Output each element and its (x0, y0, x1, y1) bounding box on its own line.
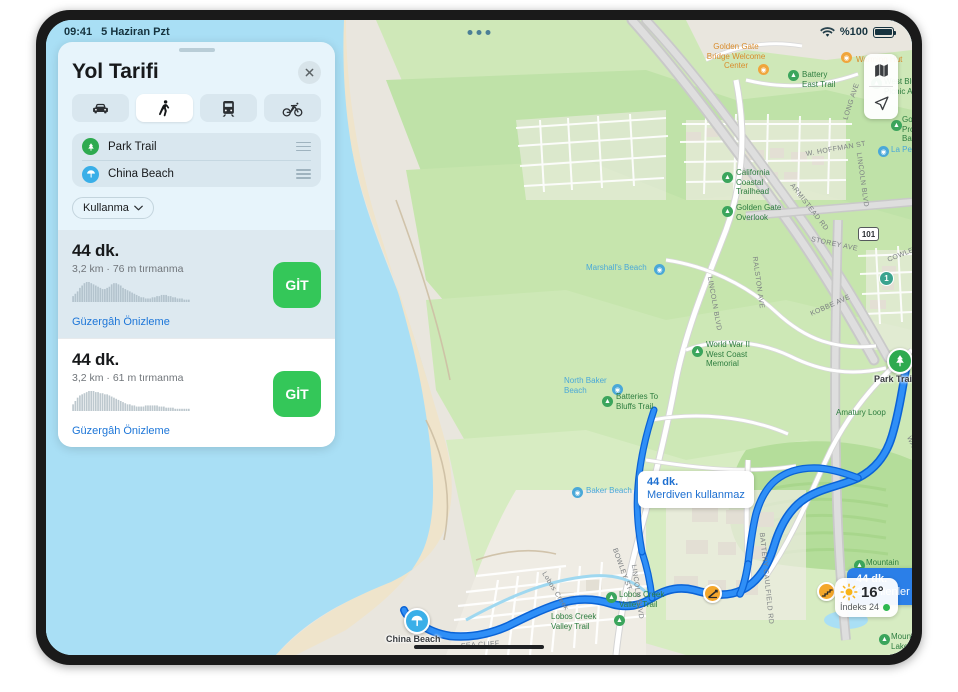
page-title: Yol Tarifi (72, 60, 159, 83)
map-pin-park-trail[interactable] (887, 348, 912, 374)
battery-icon (873, 26, 897, 38)
reorder-handle[interactable] (296, 141, 311, 152)
locate-me-button[interactable] (864, 87, 898, 119)
map-pin-label-park-trail: Park Trail (874, 374, 912, 384)
map-pin-china-beach[interactable] (404, 608, 430, 634)
location-arrow-icon (874, 95, 889, 110)
poi-dot: ▲ (606, 592, 617, 603)
dot (485, 29, 491, 35)
ipad-device-frame: ◉ ◉ ▲ ▲ ▲ ◉ ▲ ▲ ◉ ▲ ◉ ▲ ◉ ▲ ▲ ▲ ▲ ▲ Gold… (36, 10, 922, 665)
umbrella-pin-icon (82, 165, 99, 183)
route-distance-elevation: 3,2 km · 76 m tırmanma (72, 263, 184, 275)
poi-dot: ◉ (654, 264, 665, 275)
mode-walking[interactable] (136, 94, 193, 122)
elevation-profile (72, 391, 190, 411)
poi-dot: ◉ (758, 64, 769, 75)
wifi-icon (820, 26, 835, 37)
close-icon (305, 68, 314, 76)
elevation-profile (72, 282, 190, 302)
poi-dot: ▲ (891, 120, 902, 131)
map-icon (874, 63, 888, 77)
route-card-body: 44 dk. 3,2 km · 76 m tırmanma Güzergâh Öni… (72, 241, 273, 328)
callout-subtitle: Merdiven kullanmaz (647, 489, 745, 501)
home-indicator[interactable] (414, 645, 544, 649)
steep-slope-badge[interactable] (703, 584, 722, 603)
umbrella-icon (411, 615, 423, 627)
tree-icon (896, 355, 904, 367)
poi-dot: ▲ (879, 634, 890, 645)
directions-panel: Yol Tarifi Park Trail China Beach Kullan… (58, 42, 335, 447)
chevron-down-icon (134, 205, 143, 211)
poi-dot: ▲ (692, 346, 703, 357)
poi-dot: ▲ (614, 615, 625, 626)
status-date: 5 Haziran Pzt (101, 26, 170, 38)
dot (476, 29, 482, 35)
route-option-card[interactable]: 44 dk. 3,2 km · 76 m tırmanma Güzergâh Öni… (58, 230, 335, 338)
tree-pin-icon (82, 138, 99, 155)
car-icon (93, 103, 108, 113)
train-icon (222, 100, 235, 117)
route-option-card[interactable]: 44 dk. 3,2 km · 61 m tırmanma Güzergâh Öni… (58, 338, 335, 447)
highway-shield: 101 (858, 227, 879, 241)
status-bar: 09:41 5 Haziran Pzt %100 (46, 20, 912, 44)
weather-index-label: İndeks 24 (839, 602, 879, 612)
waypoint-destination-label: China Beach (108, 168, 174, 180)
poi-dot: ▲ (722, 206, 733, 217)
avoid-options: Kullanma (58, 187, 335, 230)
route-preview-link[interactable]: Güzergâh Önizleme (72, 425, 273, 437)
callout-no-stairs[interactable]: 44 dk. Merdiven kullanmaz (638, 471, 754, 508)
map-pin-label-china-beach: China Beach (386, 634, 441, 644)
highway-shield: 1 (879, 271, 894, 286)
avoid-dropdown[interactable]: Kullanma (72, 197, 154, 219)
map-type-button[interactable] (864, 54, 898, 86)
avoid-label: Kullanma (83, 202, 129, 214)
weather-temperature: 16° (860, 583, 884, 601)
status-time: 09:41 (64, 26, 93, 38)
dot (467, 29, 473, 35)
poi-dot: ◉ (878, 146, 889, 157)
waypoint-row-destination[interactable]: China Beach (82, 160, 311, 187)
route-options-list: 44 dk. 3,2 km · 76 m tırmanma Güzergâh Öni… (58, 230, 335, 447)
waypoint-row-origin[interactable]: Park Trail (82, 133, 311, 160)
screen: ◉ ◉ ▲ ▲ ▲ ◉ ▲ ▲ ◉ ▲ ◉ ▲ ◉ ▲ ▲ ▲ ▲ ▲ Gold… (46, 20, 912, 655)
mode-cycling[interactable] (264, 94, 321, 122)
go-button[interactable]: GİT (273, 261, 321, 308)
route-preview-link[interactable]: Güzergâh Önizleme (72, 316, 273, 328)
stairs-badge[interactable] (817, 582, 836, 601)
callout-time: 44 dk. (647, 476, 679, 488)
bicycle-icon (282, 102, 303, 117)
poi-dot: ▲ (722, 172, 733, 183)
poi-dot: ◉ (612, 384, 623, 395)
poi-dot: ▲ (602, 396, 613, 407)
walking-icon (159, 99, 170, 116)
multitask-handle[interactable] (467, 29, 491, 35)
mode-transit[interactable] (200, 94, 257, 122)
route-duration: 44 dk. (72, 241, 119, 260)
battery-percent: %100 (839, 26, 868, 38)
mode-driving[interactable] (72, 94, 129, 122)
weather-index-dot (883, 603, 890, 611)
go-button[interactable]: GİT (273, 370, 321, 417)
route-distance-elevation: 3,2 km · 61 m tırmanma (72, 372, 184, 384)
map-controls[interactable] (864, 54, 898, 119)
poi-dot: ▲ (788, 70, 799, 81)
close-button[interactable] (298, 60, 321, 84)
weather-widget[interactable]: 16° İndeks 24 (834, 578, 898, 617)
transport-mode-tabs (58, 94, 335, 133)
sun-icon (840, 583, 858, 601)
panel-header: Yol Tarifi (58, 52, 335, 94)
poi-dot: ◉ (841, 52, 852, 63)
poi-dot: ◉ (572, 487, 583, 498)
stairs-icon (821, 588, 833, 597)
slope-icon (707, 589, 718, 598)
route-card-body: 44 dk. 3,2 km · 61 m tırmanma Güzergâh Öni… (72, 350, 273, 437)
waypoints-list: Park Trail China Beach (72, 133, 321, 187)
waypoint-origin-label: Park Trail (108, 140, 157, 153)
route-duration: 44 dk. (72, 350, 119, 369)
reorder-handle[interactable] (296, 169, 311, 179)
